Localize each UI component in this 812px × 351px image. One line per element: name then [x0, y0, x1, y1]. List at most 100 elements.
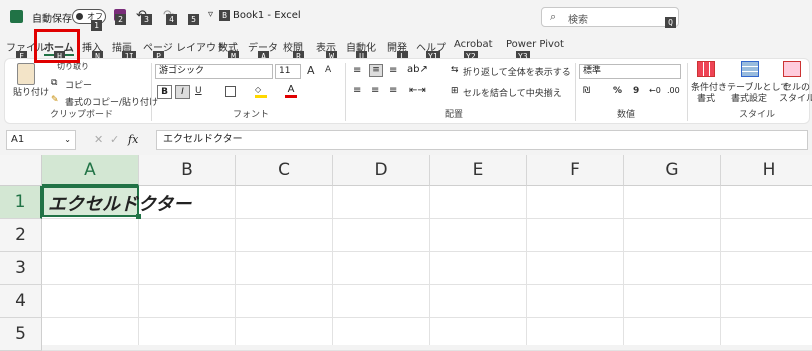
- align-center-icon[interactable]: ≡: [371, 85, 379, 96]
- column-header[interactable]: H: [721, 155, 812, 186]
- column-header[interactable]: G: [624, 155, 721, 186]
- conditional-format-button-2[interactable]: 書式: [697, 91, 715, 104]
- keytip-search: Q: [665, 17, 676, 28]
- indent-icon[interactable]: ⇤⇥: [409, 85, 426, 96]
- toggle-knob-icon: [76, 13, 83, 20]
- name-box-value: A1: [11, 134, 25, 145]
- orientation-icon[interactable]: ab↗: [407, 64, 428, 75]
- row-header[interactable]: 5: [0, 318, 42, 351]
- copy-icon: ⧉: [51, 78, 58, 88]
- format-table-icon[interactable]: [741, 61, 759, 77]
- align-right-icon[interactable]: ≡: [389, 85, 397, 96]
- row-header[interactable]: 2: [0, 219, 42, 252]
- decrease-decimal-icon[interactable]: .00: [667, 86, 680, 95]
- keytip-3: 3: [141, 14, 152, 25]
- copy-button[interactable]: コピー: [65, 78, 92, 91]
- font-name: 游ゴシック: [159, 66, 205, 76]
- search-icon: ⌕: [550, 10, 557, 23]
- ribbon-tabs: ファイル F ホーム H 挿入 N 描画 JI ページ レイアウト P 数式 M データ A 校閲 R 表示 W 自…: [0, 36, 812, 62]
- cell-styles-icon[interactable]: [783, 61, 801, 77]
- alignment-group-label: 配置: [445, 110, 464, 120]
- align-left-icon[interactable]: ≡: [353, 85, 361, 96]
- keytip-4: 4: [166, 14, 177, 25]
- number-format-select[interactable]: 標準: [579, 64, 681, 79]
- keytip-1: 1: [91, 20, 102, 31]
- grid-line: [623, 186, 624, 345]
- select-all-corner[interactable]: [0, 155, 42, 186]
- paste-icon[interactable]: [17, 63, 35, 85]
- font-size-select[interactable]: 11: [275, 64, 301, 79]
- format-painter-icon: ✎: [51, 95, 59, 105]
- grid-line: [526, 186, 527, 345]
- cell-a1-value: エクセルドクター: [48, 194, 192, 215]
- shrink-font-button[interactable]: A: [325, 65, 331, 75]
- separator: [575, 63, 576, 121]
- excel-logo-icon: [10, 10, 23, 23]
- name-box[interactable]: A1 ⌄: [6, 130, 76, 150]
- grid-line: [720, 186, 721, 345]
- row-header[interactable]: 4: [0, 285, 42, 318]
- column-header[interactable]: A: [42, 155, 139, 186]
- increase-decimal-icon[interactable]: ←0: [649, 86, 661, 95]
- merge-icon: ⊞: [451, 86, 459, 96]
- enter-icon[interactable]: ✓: [110, 133, 119, 146]
- fill-handle[interactable]: [136, 214, 141, 219]
- grid-line: [429, 186, 430, 345]
- column-header[interactable]: F: [527, 155, 624, 186]
- border-icon[interactable]: [225, 86, 236, 97]
- formula-input[interactable]: エクセルドクター: [156, 130, 808, 150]
- italic-button[interactable]: I: [175, 85, 190, 99]
- font-size: 11: [279, 66, 291, 76]
- keytip-5: 5: [188, 14, 199, 25]
- cell-styles-button-2[interactable]: スタイル: [779, 91, 812, 104]
- ribbon-home: 貼り付け 切り取り ⧉ コピー ✎ 書式のコピー/貼り付け クリップボード 游ゴ…: [4, 58, 812, 124]
- insert-function-button[interactable]: fx: [128, 133, 138, 146]
- formula-bar: A1 ⌄ ✕ ✓ fx エクセルドクター: [0, 128, 812, 152]
- number-format: 標準: [583, 66, 602, 76]
- wrap-text-button[interactable]: 折り返して全体を表示する: [463, 65, 571, 78]
- column-header[interactable]: C: [236, 155, 333, 186]
- keytip-2: 2: [115, 14, 126, 25]
- tab-13[interactable]: Power Pivot: [506, 39, 564, 50]
- format-table-button-2[interactable]: 書式設定: [731, 91, 767, 104]
- font-name-select[interactable]: 游ゴシック: [155, 64, 273, 79]
- separator: [151, 63, 152, 121]
- search-placeholder: 検索: [568, 15, 588, 26]
- customize-qat-icon[interactable]: ▿: [208, 9, 213, 20]
- align-top-icon[interactable]: ≡: [353, 65, 361, 76]
- bold-button[interactable]: B: [157, 85, 172, 99]
- grid-line: [42, 284, 812, 285]
- grid-line: [42, 251, 812, 252]
- row-header[interactable]: 3: [0, 252, 42, 285]
- cancel-icon[interactable]: ✕: [94, 133, 103, 146]
- separator: [687, 63, 688, 121]
- column-header[interactable]: E: [430, 155, 527, 186]
- search-box[interactable]: ⌕ 検索: [541, 7, 679, 27]
- grid-line: [42, 317, 812, 318]
- fill-color-icon[interactable]: ◇: [255, 85, 267, 98]
- formula-content: エクセルドクター: [163, 134, 243, 145]
- window-title: Book1 - Excel: [233, 10, 301, 21]
- underline-button[interactable]: U: [195, 86, 202, 96]
- keytip-title: B: [219, 10, 230, 21]
- font-color-button[interactable]: A: [285, 84, 297, 98]
- tab-12[interactable]: Acrobat: [454, 39, 493, 50]
- worksheet-grid[interactable]: エクセルドクター ABCDEFGH 12345: [0, 155, 812, 351]
- align-bottom-icon[interactable]: ≡: [389, 65, 397, 76]
- column-header[interactable]: B: [139, 155, 236, 186]
- paste-button[interactable]: 貼り付け: [13, 85, 49, 98]
- align-middle-icon[interactable]: ≡: [369, 64, 383, 77]
- conditional-format-icon[interactable]: [697, 61, 715, 77]
- clipboard-group-label: クリップボード: [50, 110, 114, 120]
- accounting-icon[interactable]: ₪: [583, 86, 590, 96]
- row-header[interactable]: 1: [0, 186, 42, 219]
- home-tab-highlight: [34, 29, 80, 63]
- grow-font-button[interactable]: A: [307, 64, 315, 77]
- comma-button[interactable]: 9: [633, 86, 639, 96]
- column-header[interactable]: D: [333, 155, 430, 186]
- percent-button[interactable]: %: [613, 86, 622, 96]
- merge-center-button[interactable]: セルを結合して中央揃え: [463, 86, 562, 99]
- styles-group-label: スタイル: [739, 110, 776, 120]
- grid-line: [332, 186, 333, 345]
- number-group-label: 数値: [617, 110, 636, 120]
